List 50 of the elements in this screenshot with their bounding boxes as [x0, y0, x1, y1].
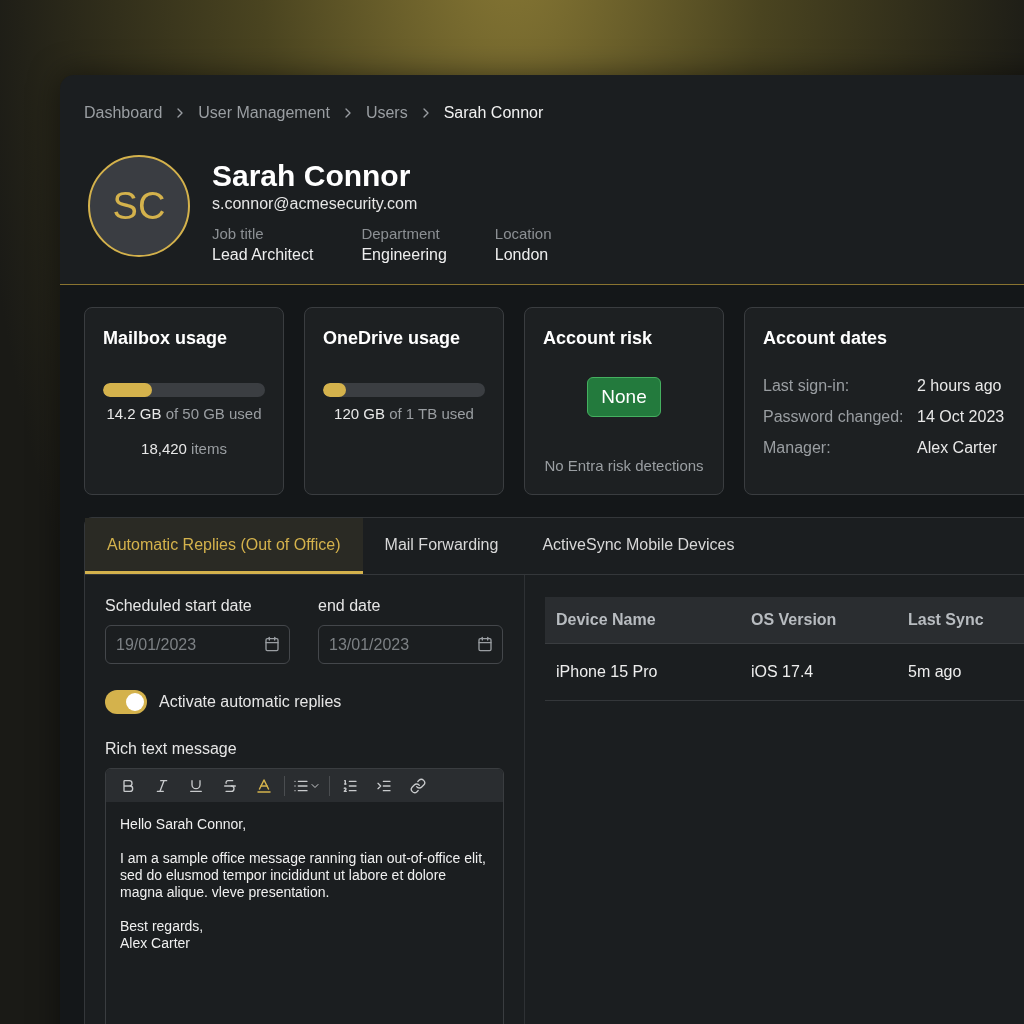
toggle-switch[interactable] [105, 690, 147, 714]
table-cell: iOS 17.4 [740, 643, 897, 701]
message-paragraph: Hello Sarah Connor, [120, 816, 248, 833]
field-label: Department [361, 225, 441, 242]
tab[interactable]: ActiveSync Mobile Devices [520, 518, 757, 574]
breadcrumb-link[interactable]: User Management [198, 104, 330, 122]
field-value: London [494, 246, 550, 264]
usage-text: 120 GB of 1 TB used [333, 405, 475, 422]
date-value: 14 Oct 2023 [917, 408, 1006, 426]
table-cell: iPhone 15 Pro [545, 643, 740, 701]
calendar-icon [477, 636, 493, 652]
tab[interactable]: Automatic Replies (Out of Office) [85, 518, 363, 574]
user-name: Sarah Connor [212, 159, 412, 193]
breadcrumb-link[interactable]: Sarah Connor [443, 104, 544, 122]
usage-text: 14.2 GB of 50 GB used [105, 405, 263, 422]
risk-note: No Entra risk detections [543, 457, 705, 474]
date-label: Scheduled start date [105, 597, 253, 615]
date-label: Last sign-in: [763, 377, 851, 395]
user-email: s.connor@acmesecurity.com [212, 195, 419, 213]
item-count: 18,420 items [140, 440, 228, 457]
calendar-icon [264, 636, 280, 652]
breadcrumb-link[interactable]: Dashboard [84, 104, 163, 122]
column-header: OS Version [740, 597, 897, 644]
date-label: end date [318, 597, 382, 615]
card-title: OneDrive usage [323, 328, 462, 349]
column-header: Device Name [545, 597, 740, 644]
field-label: Job title [212, 225, 265, 242]
tab[interactable]: Mail Forwarding [362, 518, 521, 574]
message-paragraph: Best regards, Alex Carter [120, 918, 205, 952]
avatar: SC [88, 155, 190, 257]
table-cell: 5m ago [897, 643, 1024, 701]
risk-badge: None [587, 377, 661, 417]
date-field[interactable]: 19/01/2023 [105, 625, 290, 664]
date-value: Alex Carter [917, 439, 999, 457]
field-value: Lead Architect [212, 246, 314, 264]
date-label: Password changed: [763, 408, 905, 426]
breadcrumb-link[interactable]: Users [365, 104, 408, 122]
card-title: Account dates [763, 328, 889, 349]
editor-label: Rich text message [105, 740, 238, 758]
date-field[interactable]: 13/01/2023 [318, 625, 503, 664]
field-label: Location [494, 225, 552, 242]
toggle-label: Activate automatic replies [159, 693, 342, 711]
column-header: Last Sync [897, 597, 1024, 644]
date-label: Manager: [763, 439, 832, 457]
card-title: Account risk [543, 328, 654, 349]
date-value: 2 hours ago [917, 377, 1003, 395]
rich-text-editor[interactable]: Hello Sarah Connor, I am a sample office message ranning tian out-of-office elit, sed do elusmod tempor incididunt ut labore et dolore magna alique. vleve presentation. Best regards, Alex Carter [105, 768, 504, 1024]
card-title: Mailbox usage [103, 328, 229, 349]
message-paragraph: I am a sample office message ranning tian out-of-office elit, sed do elusmod tempor incididunt ut labore et dolore magna alique. vleve presentation. [120, 850, 487, 901]
field-value: Engineering [361, 246, 447, 264]
